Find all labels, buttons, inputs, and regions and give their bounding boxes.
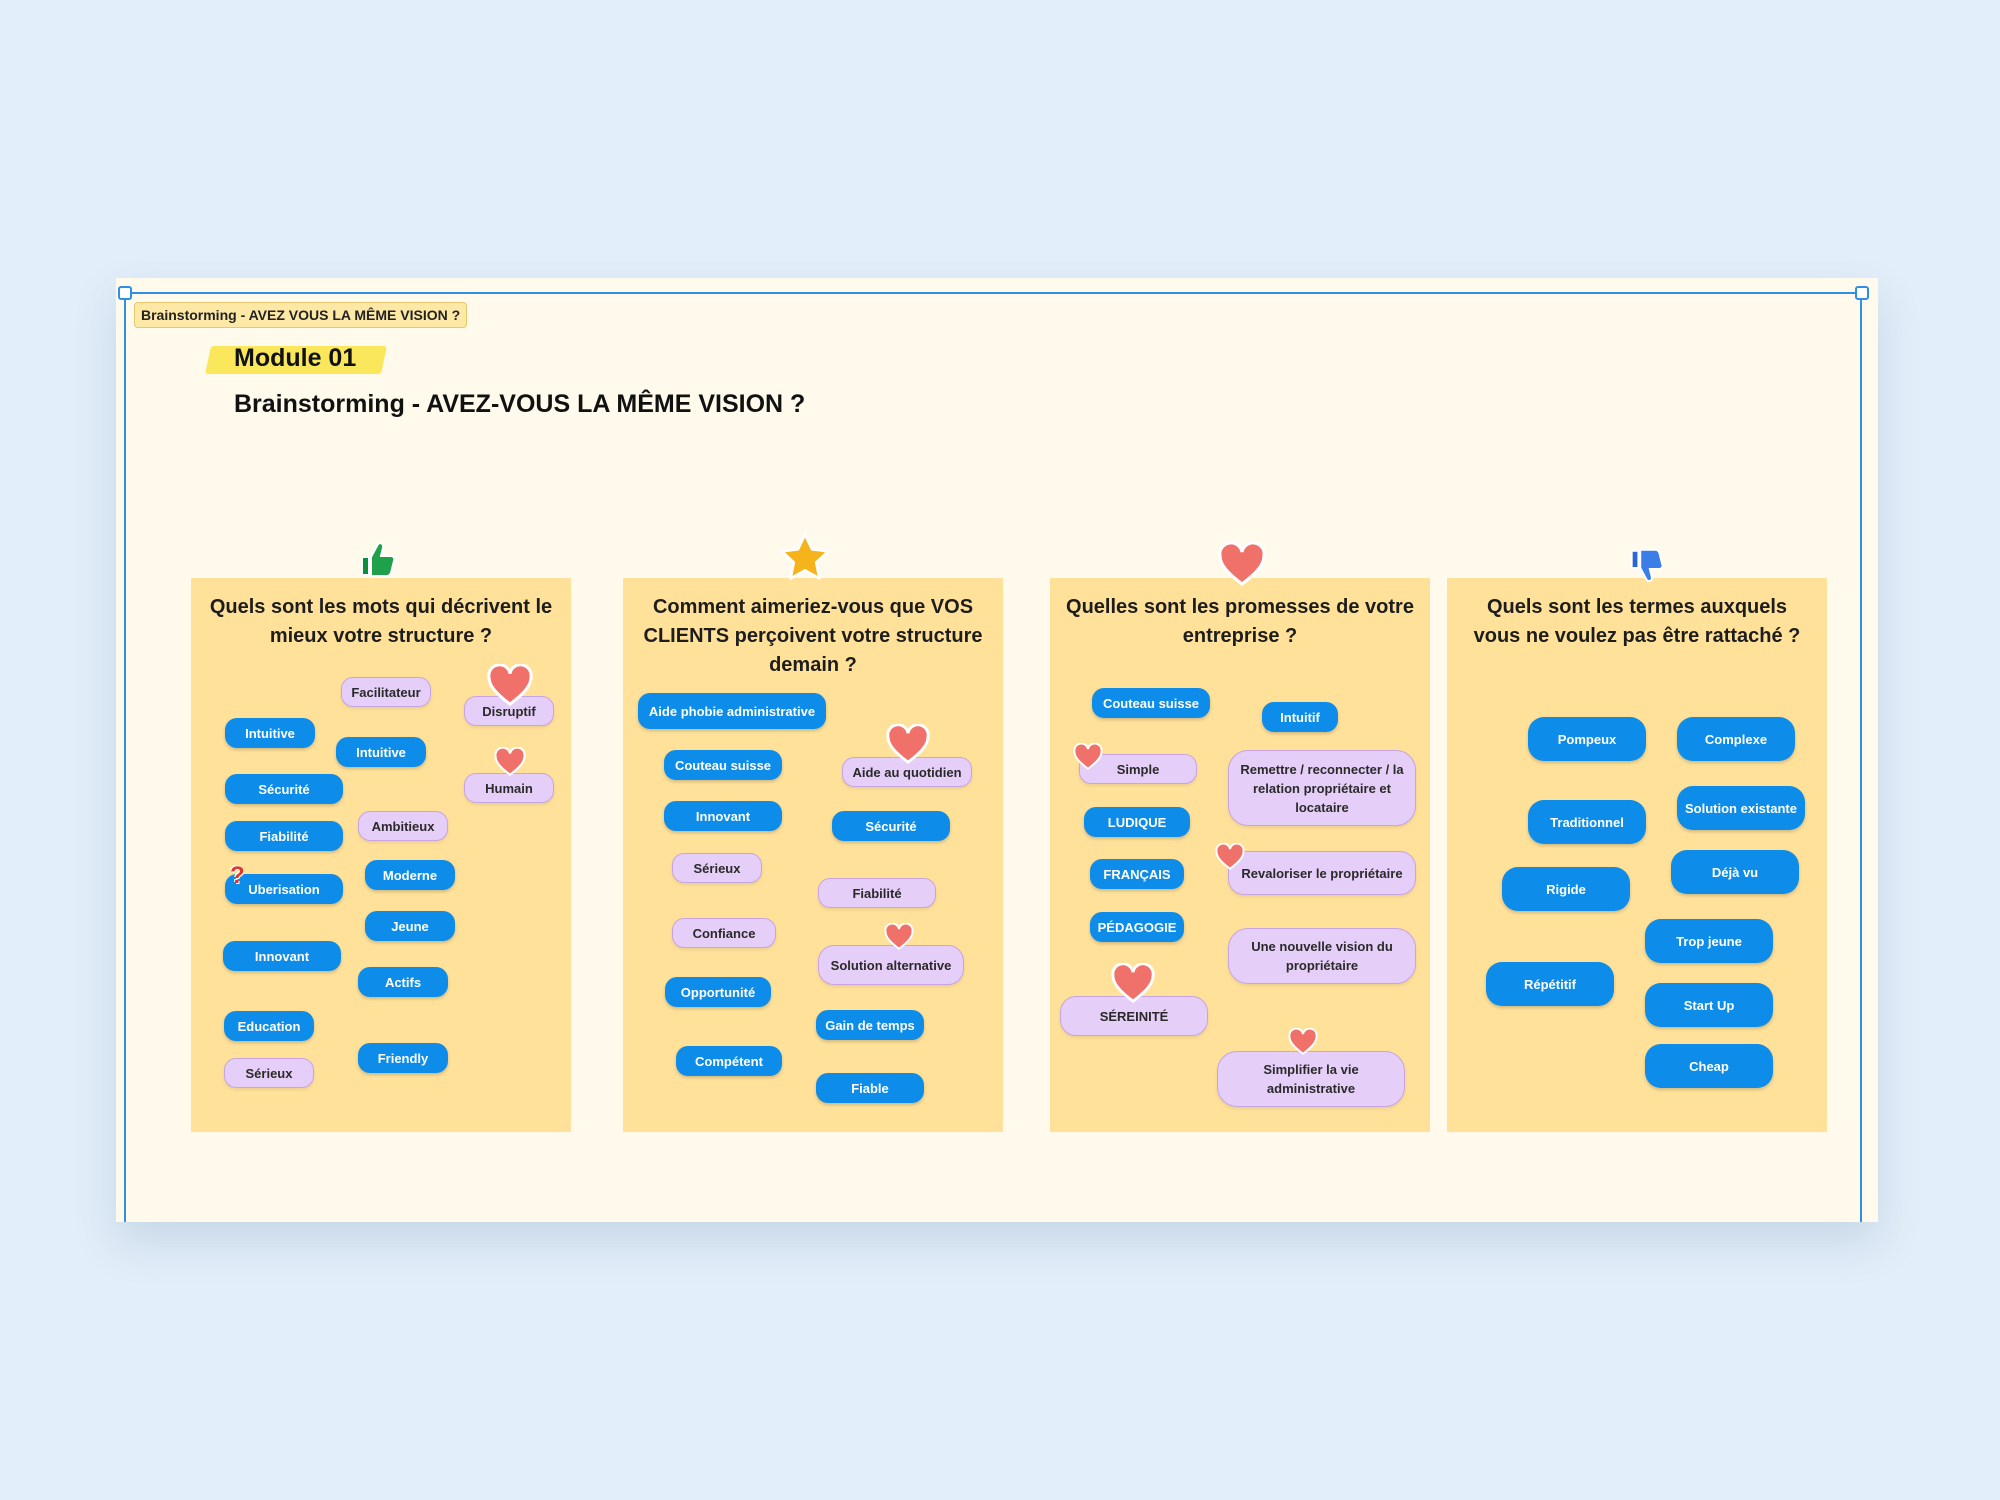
chip[interactable]: Pompeux [1528, 717, 1646, 761]
question-avoid: Quels sont les termes auxquels vous ne v… [1473, 596, 1801, 647]
chip[interactable]: Déjà vu [1671, 850, 1799, 894]
chip[interactable]: Compétent [676, 1046, 782, 1076]
chip[interactable]: Cheap [1645, 1044, 1773, 1088]
chip[interactable]: Une nouvelle vision du propriétaire [1228, 928, 1416, 984]
heart-icon [1218, 542, 1266, 586]
chip[interactable]: Actifs [358, 967, 448, 997]
chip[interactable]: Fiabilité [818, 878, 936, 908]
chip[interactable]: Humain [464, 773, 554, 803]
chip[interactable]: Aide phobie administrative [638, 693, 826, 729]
frame-label[interactable]: Brainstorming - AVEZ VOUS LA MÊME VISION… [134, 302, 468, 328]
thumbs-down-icon [1630, 548, 1664, 583]
chip[interactable]: Répétitif [1486, 962, 1614, 1006]
page-title: Brainstorming - AVEZ-VOUS LA MÊME VISION… [234, 390, 806, 418]
heart-icon [1111, 963, 1155, 1003]
question-promises: Quelles sont les promesses de votre entr… [1066, 596, 1414, 647]
chip[interactable]: Friendly [358, 1043, 448, 1073]
chip[interactable]: Start Up [1645, 983, 1773, 1027]
chip[interactable]: Sécurité [225, 774, 343, 804]
chip[interactable]: Jeune [365, 911, 455, 941]
chip[interactable]: Ambitieux [358, 811, 448, 841]
chip[interactable]: Sérieux [672, 853, 762, 883]
chip[interactable]: Intuitive [225, 718, 315, 748]
chip[interactable]: Sécurité [832, 811, 950, 841]
chip[interactable]: FRANÇAIS [1090, 859, 1184, 889]
chip[interactable]: Complexe [1677, 717, 1795, 761]
chip[interactable]: Opportunité [665, 977, 771, 1007]
star-icon [780, 533, 830, 580]
chip[interactable]: Confiance [672, 918, 776, 948]
heart-icon [487, 664, 533, 706]
resize-handle-top-left[interactable] [118, 286, 132, 300]
resize-handle-top-right[interactable] [1855, 286, 1869, 300]
chip[interactable]: Traditionnel [1528, 800, 1646, 844]
chip[interactable]: Trop jeune [1645, 919, 1773, 963]
chip[interactable]: Rigide [1502, 867, 1630, 911]
chip[interactable]: PÉDAGOGIE [1090, 912, 1184, 942]
heart-icon [494, 747, 526, 776]
chip[interactable]: Intuitif [1262, 702, 1338, 732]
chip[interactable]: Gain de temps [816, 1010, 924, 1040]
chip[interactable]: Facilitateur [341, 677, 431, 707]
chip[interactable]: Revaloriser le propriétaire [1228, 851, 1416, 895]
chip[interactable]: Fiable [816, 1073, 924, 1103]
chip[interactable]: LUDIQUE [1084, 807, 1190, 837]
heart-icon [1215, 843, 1245, 870]
chip[interactable]: Fiabilité [225, 821, 343, 851]
chip[interactable]: Sérieux [224, 1058, 314, 1088]
question-mark-icon: ? [230, 862, 245, 889]
heart-icon [1288, 1028, 1318, 1055]
heart-icon [884, 923, 914, 950]
chip[interactable]: Couteau suisse [664, 750, 782, 780]
module-title: Module 01 [234, 344, 357, 372]
chip[interactable]: Couteau suisse [1092, 688, 1210, 718]
question-clients: Comment aimeriez-vous que VOS CLIENTS pe… [643, 596, 983, 676]
chip[interactable]: Remettre / reconnecter / la relation pro… [1228, 750, 1416, 826]
heart-icon [886, 724, 930, 764]
chip[interactable]: Innovant [223, 941, 341, 971]
chip[interactable]: Solution existante [1677, 786, 1805, 830]
heart-icon [1073, 743, 1103, 770]
chip[interactable]: Solution alternative [818, 945, 964, 985]
question-describe: Quels sont les mots qui décrivent le mie… [209, 596, 553, 647]
chip[interactable]: Intuitive [336, 737, 426, 767]
chip[interactable]: Innovant [664, 801, 782, 831]
thumbs-up-icon [361, 542, 396, 577]
chip[interactable]: Education [224, 1011, 314, 1041]
chip[interactable]: Simplifier la vie administrative [1217, 1051, 1405, 1107]
chip[interactable]: Moderne [365, 860, 455, 890]
